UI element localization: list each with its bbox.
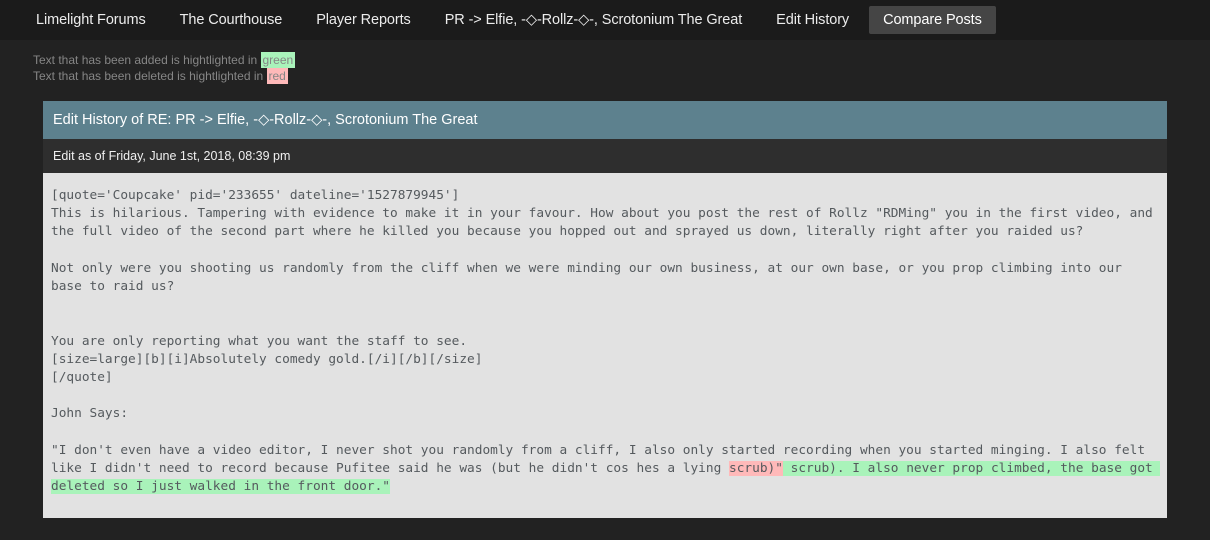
nav-item-0[interactable]: Limelight Forums — [22, 6, 160, 35]
panel-edit-timestamp: Edit as of Friday, June 1st, 2018, 08:39… — [43, 139, 1167, 173]
nav-item-5[interactable]: Compare Posts — [869, 5, 996, 35]
nav-item-1[interactable]: The Courthouse — [166, 6, 297, 35]
diff-plain-segment: [quote='Coupcake' pid='233655' dateline=… — [51, 188, 1153, 477]
edit-history-panel: Edit History of RE: PR -> Elfie, -◇-Roll… — [43, 101, 1167, 519]
diff-legend: Text that has been added is hightlighted… — [0, 40, 1210, 84]
panel-body: [quote='Coupcake' pid='233655' dateline=… — [43, 173, 1167, 519]
panel-title: Edit History of RE: PR -> Elfie, -◇-Roll… — [43, 101, 1167, 139]
legend-added-text: Text that has been added is hightlighted… — [33, 53, 261, 67]
top-navigation-bar: Limelight Forums The Courthouse Player Rep… — [0, 0, 1210, 40]
nav-item-3[interactable]: PR -> Elfie, -◇-Rollz-◇-, Scrotonium The… — [431, 6, 756, 35]
legend-added-swatch: green — [260, 52, 296, 68]
nav-item-4[interactable]: Edit History — [762, 6, 863, 35]
nav-item-2[interactable]: Player Reports — [302, 6, 425, 35]
legend-deleted-text: Text that has been deleted is hightlight… — [33, 68, 267, 83]
diff-content: [quote='Coupcake' pid='233655' dateline=… — [51, 187, 1161, 496]
legend-deleted-swatch: red — [266, 67, 288, 84]
legend-added-line: Text that has been added is hightlighted… — [33, 52, 1210, 69]
diff-deleted-segment: scrub)" — [729, 461, 783, 477]
legend-deleted-line: Text that has been deleted is hightlight… — [33, 67, 1210, 85]
